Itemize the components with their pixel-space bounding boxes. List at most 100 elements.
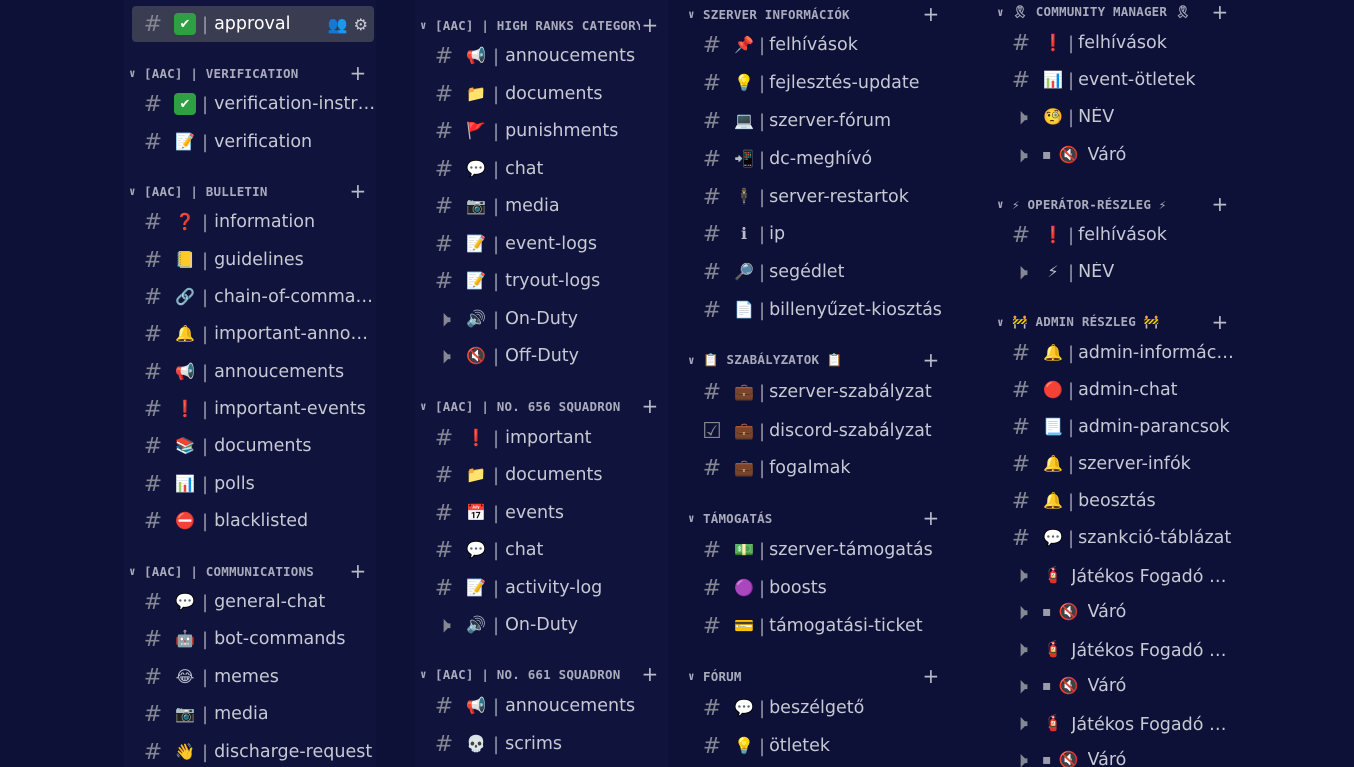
channel-media[interactable]: # 📷 | media (124, 696, 376, 732)
category-community-manager[interactable]: ∨ 🎗 COMMUNITY MANAGER 🎗 + (992, 0, 1238, 24)
channel-chat[interactable]: # 💬 | chat (415, 151, 668, 187)
chevron-down-icon[interactable]: ∨ (129, 67, 139, 80)
channel-otletek[interactable]: # 💡 | ötletek (683, 728, 949, 764)
create-channel-plus-icon[interactable]: + (921, 506, 941, 530)
channel-nev[interactable]: 🕨 🧐 | NÉV (992, 99, 1238, 135)
invite-members-icon[interactable]: 👥 (328, 15, 348, 34)
create-channel-plus-icon[interactable]: + (348, 559, 368, 583)
channel-szerver-tamogatas[interactable]: # 💵 | szerver-támogatás (683, 532, 949, 568)
channel-varo[interactable]: 🕨 ▪ 🔇 Váró (992, 594, 1238, 630)
channel-felhivasok[interactable]: # ❗ | felhívások (992, 217, 1238, 253)
channel-event-logs[interactable]: # 📝 | event-logs (415, 226, 668, 262)
category-szerver-informaciok[interactable]: ∨ SZERVER INFORMÁCIÓK + (683, 2, 949, 26)
create-channel-plus-icon[interactable]: + (921, 664, 941, 688)
create-channel-plus-icon[interactable]: + (348, 61, 368, 85)
channel-approval[interactable]: # ✔ | approval 👥 ⚙ (132, 6, 374, 42)
category-operator-reszleg[interactable]: ∨ ⚡ OPERÁTOR-RÉSZLEG ⚡ + (992, 192, 1238, 216)
channel-admin-chat[interactable]: # 🔴 | admin-chat (992, 372, 1238, 408)
channel-guidelines[interactable]: # 📒 | guidelines (124, 242, 376, 278)
channel-tryout-logs[interactable]: # 📝 | tryout-logs (415, 263, 668, 299)
chevron-down-icon[interactable]: ∨ (129, 185, 139, 198)
channel-documents[interactable]: # 📁 | documents (415, 76, 668, 112)
channel-annoucements[interactable]: # 📢 | annoucements (415, 38, 668, 74)
chevron-down-icon[interactable]: ∨ (688, 354, 698, 367)
create-channel-plus-icon[interactable]: + (640, 662, 660, 686)
chevron-down-icon[interactable]: ∨ (997, 198, 1007, 211)
create-channel-plus-icon[interactable]: + (640, 13, 660, 37)
category-aac-bulletin[interactable]: ∨ [AAC] | BULLETIN + (124, 179, 376, 203)
channel-verification-instru[interactable]: # ✔ | verification-instru... (124, 86, 376, 122)
channel-segedlet[interactable]: # 🔎 | segédlet (683, 254, 949, 290)
channel-varo[interactable]: 🕨 ▪ 🔇 Váró (992, 742, 1238, 767)
chevron-down-icon[interactable]: ∨ (997, 6, 1007, 19)
channel-dc-meghivo[interactable]: # 📲 | dc-meghívó (683, 141, 949, 177)
category-szabalyzatok[interactable]: ∨ 📋 SZABÁLYZATOK 📋 + (683, 348, 949, 372)
channel-information[interactable]: # ❓ | information (124, 204, 376, 240)
channel-billenyuzet-kiosztas[interactable]: # 📄 | billenyűzet-kiosztás (683, 292, 949, 328)
channel-admin-parancsok[interactable]: # 📃 | admin-parancsok (992, 409, 1238, 445)
category-forum[interactable]: ∨ FÓRUM + (683, 664, 949, 688)
channel-beszelgeto[interactable]: # 💬 | beszélgető (683, 690, 949, 726)
chevron-down-icon[interactable]: ∨ (688, 8, 698, 21)
channel-on-duty[interactable]: 🕨 🔊 | On-Duty (415, 607, 668, 643)
channel-chat[interactable]: # 💬 | chat (415, 532, 668, 568)
channel-felhivasok[interactable]: # 📌 | felhívások (683, 27, 949, 63)
channel-verification[interactable]: # 📝 | verification (124, 124, 376, 160)
channel-bot-commands[interactable]: # 🤖 | bot-commands (124, 621, 376, 657)
channel-events[interactable]: # 📅 | events (415, 495, 668, 531)
channel-discord-szabalyzat[interactable]: ☑ 💼 | discord-szabályzat (683, 413, 949, 449)
chevron-down-icon[interactable]: ∨ (688, 512, 698, 525)
channel-boosts[interactable]: # 🟣 | boosts (683, 570, 949, 606)
channel-szankcio-tablazat[interactable]: # 💬 | szankció-táblázat (992, 520, 1238, 556)
category-aac-no-656-squadron[interactable]: ∨ [AAC] | NO. 656 SQUADRON + (415, 394, 668, 418)
channel-felhivasok[interactable]: # ❗ | felhívások (992, 25, 1238, 61)
channel-admin-informaciok[interactable]: # 🔔 | admin-információk (992, 335, 1238, 371)
channel-discharge-request[interactable]: # 👋 | discharge-request (124, 734, 376, 767)
category-aac-no-661-squadron[interactable]: ∨ [AAC] | NO. 661 SQUADRON + (415, 662, 668, 686)
gear-icon[interactable]: ⚙ (354, 15, 368, 34)
channel-important[interactable]: # ❗ | important (415, 420, 668, 456)
channel-jatekos-fogado-3[interactable]: 🕨 🧯 Játékos Fogadó 『3』 (992, 705, 1238, 741)
channel-general-chat[interactable]: # 💬 | general-chat (124, 584, 376, 620)
channel-fejlesztes-update[interactable]: # 💡 | fejlesztés-update (683, 65, 949, 101)
channel-memes[interactable]: # 😂 | memes (124, 659, 376, 695)
channel-off-duty[interactable]: 🕨 🔇 | Off-Duty (415, 338, 668, 374)
chevron-down-icon[interactable]: ∨ (420, 400, 430, 413)
channel-event-otletek[interactable]: # 📊 | event-ötletek (992, 62, 1238, 98)
category-aac-high-ranks-category[interactable]: ∨ [AAC] | HIGH RANKS CATEGORY + (415, 13, 668, 37)
channel-important-announ[interactable]: # 🔔 | important-announ... (124, 316, 376, 352)
channel-activity-log[interactable]: # 📝 | activity-log (415, 570, 668, 606)
chevron-down-icon[interactable]: ∨ (129, 565, 139, 578)
category-admin-reszleg[interactable]: ∨ 🚧 ADMIN RÉSZLEG 🚧 + (992, 310, 1238, 334)
channel-important-events[interactable]: # ❗ | important-events (124, 391, 376, 427)
category-aac-verification[interactable]: ∨ [AAC] | VERIFICATION + (124, 61, 376, 85)
channel-annoucements[interactable]: # 📢 | annoucements (124, 354, 376, 390)
channel-documents[interactable]: # 📁 | documents (415, 457, 668, 493)
channel-jatekos-fogado-1[interactable]: 🕨 🧯 Játékos Fogadó 『1』 (992, 557, 1238, 593)
channel-tamogatasi-ticket[interactable]: # 💳 | támogatási-ticket (683, 608, 949, 644)
channel-nev[interactable]: 🕨 ⚡ | NÉV (992, 254, 1238, 290)
channel-documents[interactable]: # 📚 | documents (124, 428, 376, 464)
channel-szerver-forum[interactable]: # 💻 | szerver-fórum (683, 103, 949, 139)
channel-media[interactable]: # 📷 | media (415, 188, 668, 224)
channel-on-duty[interactable]: 🕨 🔊 | On-Duty (415, 301, 668, 337)
channel-ip[interactable]: # ℹ | ip (683, 216, 949, 252)
channel-punishments[interactable]: # 🚩 | punishments (415, 113, 668, 149)
create-channel-plus-icon[interactable]: + (921, 2, 941, 26)
channel-varo[interactable]: 🕨 ▪ 🔇 Váró (992, 137, 1238, 173)
channel-annoucements[interactable]: # 📢 | annoucements (415, 688, 668, 724)
channel-beosztas[interactable]: # 🔔 | beosztás (992, 483, 1238, 519)
channel-fogalmak[interactable]: # 💼 | fogalmak (683, 450, 949, 486)
chevron-down-icon[interactable]: ∨ (420, 668, 430, 681)
channel-szerver-szabalyzat[interactable]: # 💼 | szerver-szabályzat (683, 374, 949, 410)
category-tamogatas[interactable]: ∨ TÁMOGATÁS + (683, 506, 949, 530)
chevron-down-icon[interactable]: ∨ (688, 670, 698, 683)
create-channel-plus-icon[interactable]: + (1210, 310, 1230, 334)
create-channel-plus-icon[interactable]: + (348, 179, 368, 203)
chevron-down-icon[interactable]: ∨ (420, 19, 430, 32)
create-channel-plus-icon[interactable]: + (640, 394, 660, 418)
channel-chain-of-command[interactable]: # 🔗 | chain-of-command (124, 279, 376, 315)
category-aac-communications[interactable]: ∨ [AAC] | COMMUNICATIONS + (124, 559, 376, 583)
create-channel-plus-icon[interactable]: + (1210, 0, 1230, 24)
channel-polls[interactable]: # 📊 | polls (124, 466, 376, 502)
